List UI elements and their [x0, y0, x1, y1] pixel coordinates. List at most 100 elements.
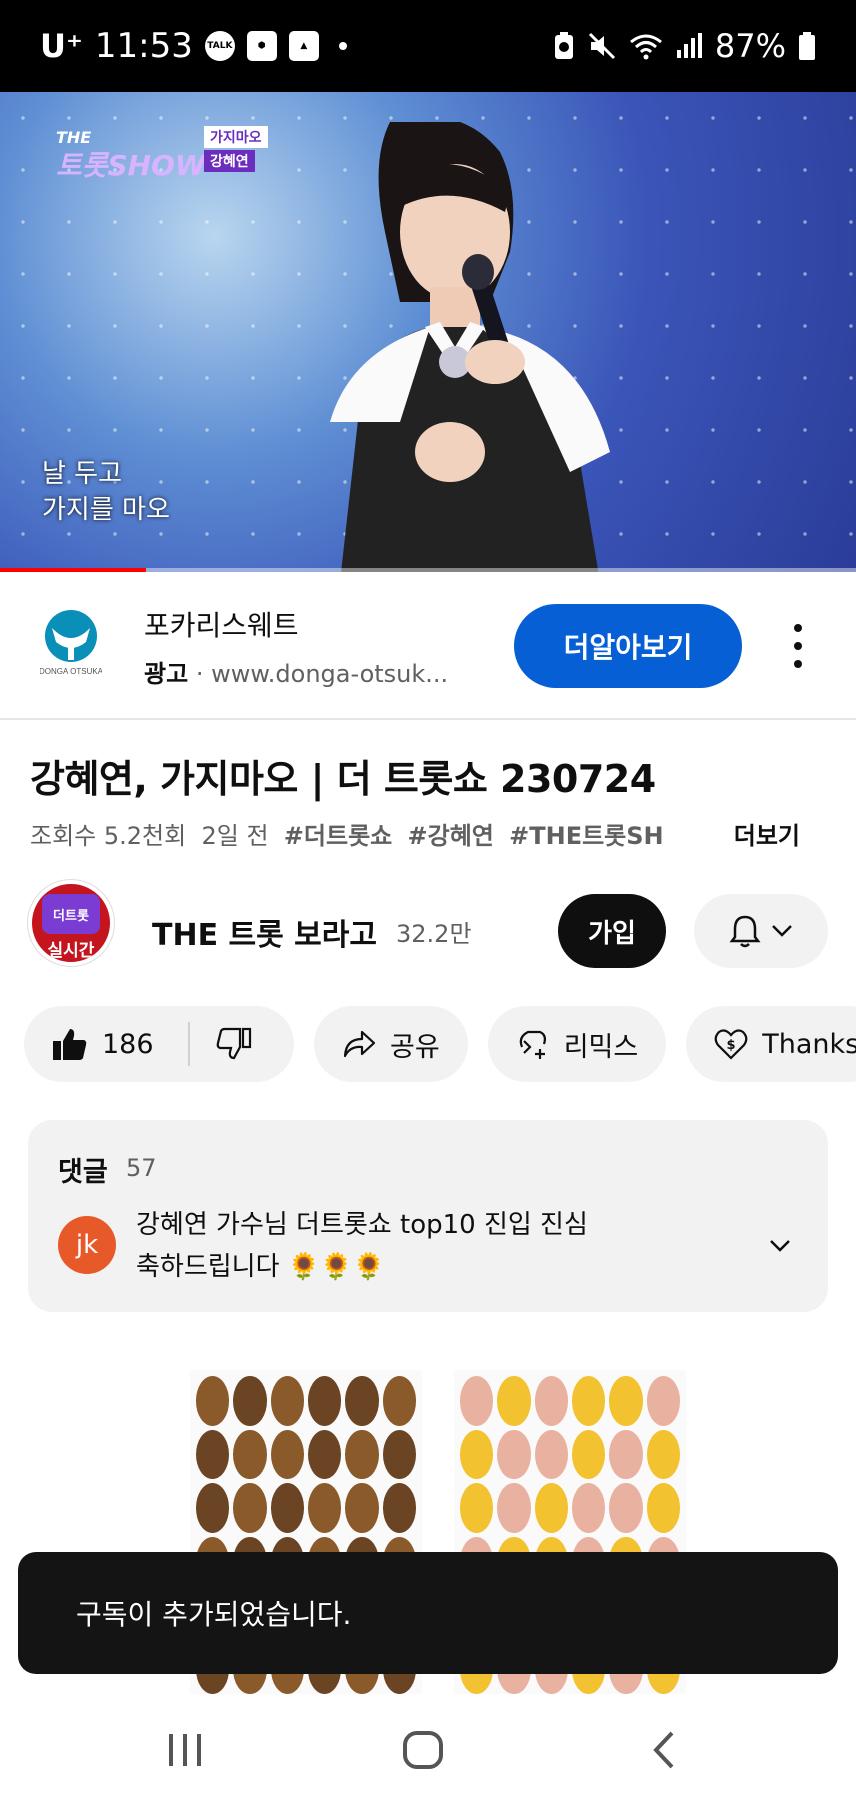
video-title[interactable]: 강혜연, 가지마오 | 더 트롯쇼 230724 [30, 748, 656, 803]
clock: 11:53 [94, 26, 193, 66]
thanks-label: Thanks [762, 1028, 856, 1060]
sticker-cell [460, 1429, 494, 1480]
sticker-cell [196, 1483, 230, 1533]
sticker-cell [307, 1429, 342, 1480]
remix-label: 리믹스 [563, 1031, 639, 1063]
channel-avatar-logo: 더트롯 [42, 894, 100, 934]
view-count: 조회수 5.2천회 [30, 822, 187, 850]
sticker-cell [497, 1483, 531, 1533]
notification-settings-button[interactable] [694, 894, 828, 968]
more-options-icon[interactable] [786, 624, 810, 668]
sticker-cell [307, 1483, 342, 1533]
show-more-link[interactable]: 더보기 [723, 816, 800, 851]
sticker-cell [609, 1376, 643, 1426]
singer-figure [330, 122, 610, 572]
song-tag: 가지마오 [204, 126, 268, 148]
sticker-cell [345, 1483, 379, 1533]
sticker-cell [270, 1483, 304, 1533]
back-icon[interactable] [650, 1730, 678, 1770]
thanks-heart-icon: $ [714, 1029, 748, 1060]
lyrics-caption: 날 두고 가지를 마오 [42, 456, 170, 528]
sticker-cell [497, 1376, 531, 1426]
commenter-avatar: jk [58, 1216, 116, 1274]
video-meta[interactable]: 조회수 5.2천회 2일 전 #더트롯쇼 #강혜연 #THE트롯SH 더보기 [30, 816, 830, 851]
channel-avatar[interactable]: 더트롯 실시간 [28, 880, 114, 966]
sticker-cell [270, 1429, 304, 1480]
sticker-cell [233, 1483, 267, 1533]
carrier-label: U⁺ [40, 27, 83, 65]
recent-apps-icon[interactable] [166, 1730, 204, 1770]
top-comment: 강혜연 가수님 더트롯쇼 top10 진입 진심 축하드립니다 🌻🌻🌻 [136, 1204, 716, 1288]
battery-icon [799, 32, 815, 60]
cube-icon: ⬢ [246, 31, 277, 61]
live-badge: 실시간 [47, 941, 95, 961]
signal-icon [676, 33, 702, 58]
subscription-toast: 구독이 추가되었습니다. [18, 1552, 838, 1674]
chip-divider [187, 1022, 190, 1066]
singer-tag: 강혜연 [204, 150, 255, 172]
sticker-cell [382, 1429, 416, 1480]
sticker-cell [534, 1376, 568, 1426]
hashtag[interactable]: #더트롯쇼 [284, 822, 392, 850]
battery-percent: 87% [714, 27, 786, 65]
expand-comments-icon[interactable] [768, 1238, 792, 1254]
ad-url: www.donga-otsuk... [211, 660, 449, 688]
bell-icon [729, 915, 761, 948]
like-icon[interactable] [52, 1027, 88, 1061]
like-count[interactable]: 186 [102, 1029, 154, 1060]
advertiser-logo: DONGA OTSUKA [40, 610, 102, 676]
dislike-icon[interactable] [216, 1027, 252, 1061]
hashtag[interactable]: #THE트롯SH [509, 822, 664, 850]
sticker-cell [233, 1376, 267, 1426]
ad-meta: 광고 · www.donga-otsuk... [144, 654, 448, 689]
svg-text:$: $ [727, 1038, 736, 1053]
sticker-cell [609, 1429, 643, 1480]
show-logo: 트롯SHOW [56, 149, 206, 182]
advertiser-logo-text: DONGA OTSUKA [40, 667, 102, 676]
ad-banner[interactable]: DONGA OTSUKA 포카리스웨트 광고 · www.donga-otsuk… [0, 572, 856, 720]
system-navigation-bar [0, 1694, 856, 1807]
sticker-cell [345, 1376, 379, 1426]
wifi-icon [629, 34, 662, 60]
upload-age: 2일 전 [201, 822, 269, 850]
thanks-button[interactable]: $ Thanks [686, 1006, 856, 1082]
comments-panel[interactable]: 댓글 57 jk 강혜연 가수님 더트롯쇼 top10 진입 진심 축하드립니다… [28, 1120, 828, 1312]
chevron-down-icon [772, 925, 792, 937]
battery-saver-icon [554, 32, 573, 59]
sticker-cell [270, 1376, 304, 1426]
sticker-cell [534, 1429, 568, 1480]
like-dislike-chip: 186 [24, 1006, 294, 1082]
sticker-cell [345, 1429, 379, 1480]
sticker-cell [382, 1483, 416, 1533]
status-bar: U⁺ 11:53 TALK ⬢ ▲ 87% [0, 0, 856, 92]
gallery-icon: ▲ [288, 31, 319, 61]
remix-button[interactable]: 리믹스 [487, 1006, 667, 1082]
action-bar: 186 공유 리믹스 $ Thanks [24, 1006, 856, 1082]
sticker-cell [307, 1376, 342, 1426]
sticker-cell [571, 1429, 606, 1480]
ad-learn-more-button[interactable]: 더알아보기 [514, 604, 742, 688]
sticker-cell [382, 1376, 416, 1426]
ad-separator: · [195, 660, 204, 688]
hashtag[interactable]: #강혜연 [408, 822, 494, 850]
join-button[interactable]: 가입 [558, 894, 666, 968]
lyrics-line-1: 날 두고 [42, 459, 123, 489]
sticker-cell [609, 1483, 643, 1533]
dot-icon [338, 42, 347, 50]
comments-count: 57 [126, 1154, 157, 1182]
sticker-cell [646, 1483, 680, 1533]
comments-heading: 댓글 [58, 1157, 108, 1188]
home-icon[interactable] [402, 1730, 444, 1770]
sticker-cell [646, 1376, 680, 1426]
mute-icon [588, 32, 615, 60]
video-player[interactable]: THE 트롯SHOW 가지마오 강혜연 날 두고 가지를 마오 [0, 92, 856, 572]
sticker-cell [460, 1376, 494, 1426]
subscriber-count: 32.2만 [396, 920, 472, 948]
share-button[interactable]: 공유 [314, 1006, 468, 1082]
channel-name[interactable]: THE 트롯 보라고 [152, 910, 377, 954]
ad-title: 포카리스웨트 [144, 609, 299, 642]
sticker-cell [460, 1483, 494, 1533]
sticker-cell [196, 1429, 230, 1480]
lyrics-line-2: 가지를 마오 [42, 495, 170, 525]
sticker-cell [646, 1429, 680, 1480]
